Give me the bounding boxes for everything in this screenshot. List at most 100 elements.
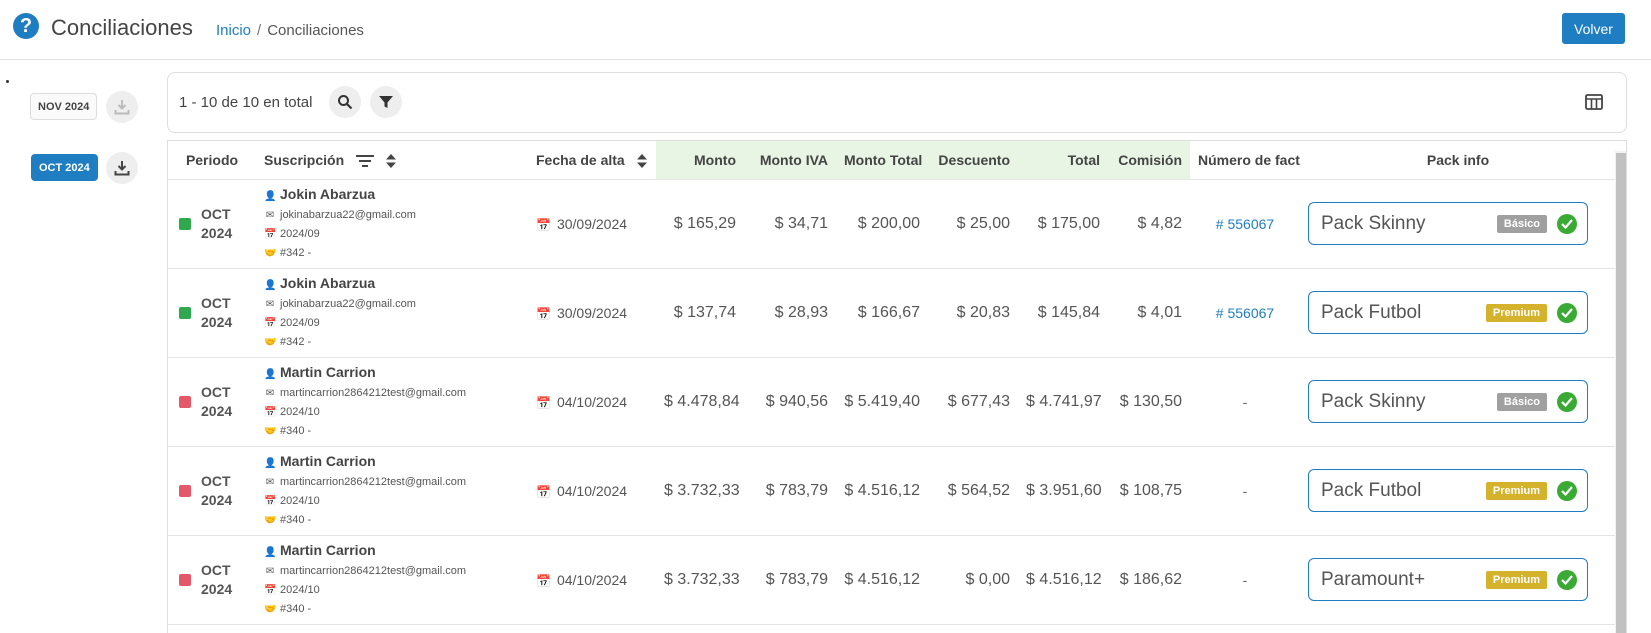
table-row[interactable]: OCT 2024 👤 Jokin Abarzua ✉ jokinabarzua22@gma… — [168, 268, 1616, 358]
pack-card[interactable]: Pack Skinny Básico — [1308, 380, 1588, 423]
download-button-nov-2024[interactable] — [106, 91, 138, 123]
table-row[interactable]: OCT 2024 👤 Martin Carrion ✉ martincarrion2864… — [168, 446, 1616, 536]
period-label: OCT 2024 — [201, 383, 233, 419]
cell-monto-iva: $ 783,79 — [744, 446, 836, 536]
envelope-icon: ✉ — [265, 209, 275, 221]
cell-monto-total: $ 5.419,40 — [836, 357, 928, 447]
subscriber-email: jokinabarzua22@gmail.com — [280, 297, 416, 310]
cell-monto-total: $ 200,00 — [836, 179, 928, 269]
subscription-id: #342 - — [280, 246, 312, 259]
cell-numero-factura: - — [1190, 535, 1300, 625]
cell-pack-info: Pack Skinny Básico — [1300, 357, 1616, 447]
fecha-value: 04/10/2024 — [556, 571, 628, 588]
sort-icon[interactable] — [636, 153, 647, 168]
scrollbar-thumb[interactable] — [1616, 153, 1626, 633]
fecha-value: 30/09/2024 — [556, 215, 628, 232]
cell-suscripcion: 👤 Martin Carrion ✉ martincarrion2864212test… — [256, 535, 528, 625]
cell-total: $ 175,00 — [1018, 179, 1108, 269]
cell-total: $ 4.741,97 — [1018, 357, 1108, 447]
pack-card[interactable]: Pack Futbol Premium — [1308, 291, 1588, 334]
pack-card[interactable]: Pack Futbol Premium — [1308, 469, 1588, 512]
cell-comision: $ 4,01 — [1108, 268, 1190, 358]
calendar-icon: 📅 — [264, 584, 277, 596]
subscriber-email: martincarrion2864212test@gmail.com — [280, 475, 467, 488]
subscription-id: #340 - — [280, 602, 312, 615]
col-comision: Comisión — [1108, 141, 1190, 180]
envelope-icon: ✉ — [265, 387, 275, 399]
pack-name: Pack Futbol — [1321, 480, 1422, 501]
pack-name: Pack Skinny — [1321, 391, 1426, 412]
col-descuento: Descuento — [928, 141, 1018, 180]
cell-monto-total: $ 4.516,12 — [836, 446, 928, 536]
subscription-period: 2024/09 — [280, 227, 320, 240]
table-row[interactable]: OCT 2024 👤 Jokin Abarzua ✉ jokinabarzua22@gma… — [168, 179, 1616, 269]
fecha-value: 30/09/2024 — [556, 304, 628, 321]
results-count: 1 - 10 de 10 en total — [179, 94, 313, 111]
table-row[interactable]: OCT 2024 👤 Martin Carrion ✉ martincarrion2864… — [168, 535, 1616, 625]
sort-icon[interactable] — [385, 153, 396, 168]
calendar-icon: 📅 — [264, 228, 277, 240]
cell-monto: $ 3.732,33 — [656, 446, 744, 536]
status-indicator — [179, 484, 191, 497]
cell-fecha-alta: 📅 30/09/2024 — [528, 268, 656, 358]
cell-comision: $ 108,75 — [1108, 446, 1190, 536]
cell-pack-info: Pack Futbol Premium — [1300, 268, 1616, 358]
download-icon — [114, 161, 130, 176]
cell-monto: $ 3.732,33 — [656, 535, 744, 625]
user-icon: 👤 — [264, 368, 277, 380]
check-circle-icon — [1557, 481, 1577, 501]
cell-fecha-alta: 📅 04/10/2024 — [528, 446, 656, 536]
user-icon: 👤 — [264, 190, 277, 202]
calendar-icon: 📅 — [264, 406, 277, 418]
cell-pack-info: Paramount+ Premium — [1300, 535, 1616, 625]
cell-monto-total: $ 4.516,12 — [836, 535, 928, 625]
cell-periodo: OCT 2024 — [168, 179, 256, 269]
cell-periodo: OCT 2024 — [168, 268, 256, 358]
pack-name: Pack Futbol — [1321, 302, 1422, 323]
envelope-icon: ✉ — [265, 565, 275, 577]
reconciliations-table: Periodo Suscripción Fecha de alta Monto … — [167, 140, 1627, 633]
period-button-nov-2024[interactable]: NOV 2024 — [30, 93, 98, 120]
pack-name: Pack Skinny — [1321, 213, 1426, 234]
subscription-period: 2024/10 — [280, 583, 320, 596]
check-circle-icon — [1557, 570, 1577, 590]
breadcrumb-current: Conciliaciones — [267, 22, 364, 39]
cell-total: $ 4.516,12 — [1018, 535, 1108, 625]
subscription-period: 2024/09 — [280, 316, 320, 329]
top-bar: ? Conciliaciones Inicio / Conciliaciones V… — [0, 0, 1651, 60]
col-monto-total: Monto Total — [836, 141, 928, 180]
breadcrumb-home-link[interactable]: Inicio — [216, 22, 251, 39]
toolbar-panel: 1 - 10 de 10 en total — [167, 72, 1627, 133]
pack-card[interactable]: Pack Skinny Básico — [1308, 202, 1588, 245]
download-button-oct-2024[interactable] — [106, 152, 138, 184]
pack-card[interactable]: Paramount+ Premium — [1308, 558, 1588, 601]
cell-suscripcion: 👤 Jokin Abarzua ✉ jokinabarzua22@gmail.com 📅… — [256, 179, 528, 269]
cell-total: $ 3.951,60 — [1018, 446, 1108, 536]
col-fecha-alta[interactable]: Fecha de alta — [528, 141, 656, 180]
cell-numero-factura[interactable]: # 556067 — [1190, 268, 1300, 358]
filter-lines-icon[interactable] — [356, 154, 375, 167]
cell-descuento: $ 564,52 — [928, 446, 1018, 536]
status-indicator — [179, 395, 191, 408]
help-icon[interactable]: ? — [13, 13, 39, 39]
table-row[interactable]: OCT 2024 👤 Martin Carrion ✉ martincarrion2864… — [168, 357, 1616, 447]
search-button[interactable] — [329, 86, 361, 118]
cell-comision: $ 186,62 — [1108, 535, 1190, 625]
breadcrumb: Inicio / Conciliaciones — [216, 22, 364, 39]
cell-descuento: $ 677,43 — [928, 357, 1018, 447]
filter-icon — [379, 96, 393, 108]
pack-tier-badge: Básico — [1496, 393, 1547, 411]
period-button-oct-2024[interactable]: OCT 2024 — [31, 154, 98, 181]
cell-numero-factura[interactable]: # 556067 — [1190, 179, 1300, 269]
columns-icon[interactable] — [1585, 94, 1603, 110]
calendar-check-icon: 📅 — [536, 306, 551, 321]
cell-comision: $ 130,50 — [1108, 357, 1190, 447]
col-suscripcion[interactable]: Suscripción — [256, 141, 528, 180]
filter-button[interactable] — [370, 86, 402, 118]
cell-descuento: $ 0,00 — [928, 535, 1018, 625]
subscription-id: #340 - — [280, 513, 312, 526]
check-circle-icon — [1557, 303, 1577, 323]
table-header-row: Periodo Suscripción Fecha de alta Monto … — [168, 141, 1616, 180]
back-button[interactable]: Volver — [1562, 13, 1625, 44]
cell-monto: $ 4.478,84 — [656, 357, 744, 447]
